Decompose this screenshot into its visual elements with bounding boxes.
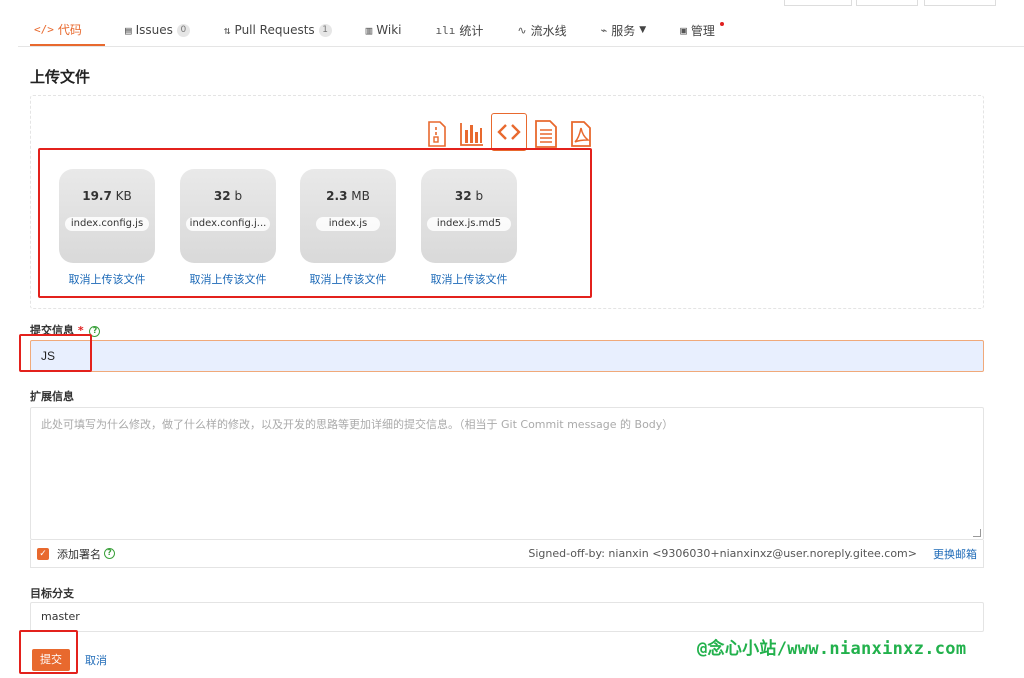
file-preview-card: 19.7 KB index.config.js 取消上传该文件 (59, 169, 155, 287)
tab-label: 代码 (57, 22, 82, 37)
file-thumbnail: 32 b index.js.md5 (421, 169, 517, 263)
signoff-row: ✓ 添加署名 ? Signed-off-by: nianxin <9306030… (30, 540, 984, 568)
file-size: 2.3 MB (326, 189, 370, 203)
textarea-placeholder: 此处可填写为什么修改，做了什么样的修改，以及开发的思路等更加详细的提交信息。（相… (41, 418, 674, 431)
cancel-link[interactable]: 取消 (85, 652, 107, 668)
pipeline-icon: ∿ (517, 23, 527, 37)
top-strip (0, 0, 1024, 8)
count-badge: 0 (176, 23, 190, 37)
file-name: index.config.j... (186, 217, 270, 231)
cancel-upload-link[interactable]: 取消上传该文件 (300, 271, 396, 287)
signoff-label: 添加署名 (57, 547, 101, 561)
watermark: @念心小站/www.nianxinxz.com (697, 639, 967, 659)
tab-stats[interactable]: ılı 统计 (432, 14, 488, 46)
file-size: 32 b (454, 189, 484, 203)
tab-code[interactable]: </> 代码 (30, 14, 105, 46)
change-email-link[interactable]: 更换邮箱 (933, 546, 977, 562)
file-preview-card: 32 b index.config.j... 取消上传该文件 (180, 169, 276, 287)
tab-label: Issues (135, 23, 173, 37)
cancel-upload-link[interactable]: 取消上传该文件 (421, 271, 517, 287)
wiki-icon: ▥ (365, 23, 373, 37)
file-thumbnail: 32 b index.config.j... (180, 169, 276, 263)
code-icon: </> (34, 22, 54, 36)
file-size: 32 b (213, 189, 243, 203)
tab-label: 服务 (611, 23, 636, 38)
file-name: index.js.md5 (427, 217, 511, 231)
chevron-down-icon: ▼ (639, 25, 647, 35)
commit-highlight-box (19, 334, 92, 372)
pulse-icon: ⌁ (600, 23, 608, 37)
file-size: 19.7 KB (82, 189, 132, 203)
cancel-upload-link[interactable]: 取消上传该文件 (180, 271, 276, 287)
file-preview-card: 32 b index.js.md5 取消上传该文件 (421, 169, 517, 287)
submit-highlight-box (19, 630, 78, 674)
code-file-icon[interactable] (491, 113, 527, 151)
notification-dot (719, 22, 724, 26)
manage-icon: ▣ (680, 23, 687, 37)
tab-services[interactable]: ⌁ 服务 ▼ (597, 14, 651, 46)
signoff-info: Signed-off-by: nianxin <9306030+nianxinx… (528, 547, 917, 560)
file-preview-card: 2.3 MB index.js 取消上传该文件 (300, 169, 396, 287)
pull-request-icon: ⇅ (223, 23, 231, 37)
file-type-icons (421, 113, 597, 151)
tab-label: 流水线 (530, 23, 567, 38)
top-button-2[interactable] (856, 0, 918, 6)
zip-file-icon (421, 117, 453, 151)
tab-label: Wiki (376, 23, 402, 37)
chart-file-icon (456, 117, 488, 151)
chart-icon: ılı (435, 23, 456, 37)
tabs-divider (18, 46, 1024, 47)
file-thumbnail: 2.3 MB index.js (300, 169, 396, 263)
target-branch-label: 目标分支 (30, 587, 74, 600)
tab-label: 管理 (690, 23, 715, 38)
repo-tabs: </> 代码 ▤ Issues 0 ⇅ Pull Requests 1 ▥ Wi… (30, 14, 728, 46)
tab-issues[interactable]: ▤ Issues 0 (121, 14, 194, 46)
issues-icon: ▤ (125, 23, 132, 37)
count-badge: 1 (318, 23, 332, 37)
text-file-icon (530, 117, 562, 151)
commit-message-input[interactable]: JS (30, 340, 984, 372)
target-branch-input[interactable]: master (30, 602, 984, 632)
cancel-upload-link[interactable]: 取消上传该文件 (59, 271, 155, 287)
resize-handle[interactable] (973, 529, 981, 537)
tab-manage[interactable]: ▣ 管理 (676, 14, 728, 46)
extended-info-label: 扩展信息 (30, 390, 74, 403)
file-thumbnail: 19.7 KB index.config.js (59, 169, 155, 263)
signoff-checkbox[interactable]: ✓ (37, 547, 49, 560)
tab-pipeline[interactable]: ∿ 流水线 (513, 14, 570, 46)
tab-label: Pull Requests (234, 23, 315, 37)
tab-wiki[interactable]: ▥ Wiki (362, 14, 406, 46)
help-icon[interactable]: ? (104, 548, 115, 559)
top-button-3[interactable] (924, 0, 996, 6)
tab-label: 统计 (459, 23, 484, 38)
file-name: index.config.js (65, 217, 149, 231)
tab-pull-requests[interactable]: ⇅ Pull Requests 1 (220, 14, 336, 46)
top-button-1[interactable] (784, 0, 852, 6)
extended-info-textarea[interactable]: 此处可填写为什么修改，做了什么样的修改，以及开发的思路等更加详细的提交信息。（相… (30, 407, 984, 540)
pdf-file-icon (565, 117, 597, 151)
page-title: 上传文件 (30, 68, 91, 86)
file-name: index.js (316, 217, 380, 231)
